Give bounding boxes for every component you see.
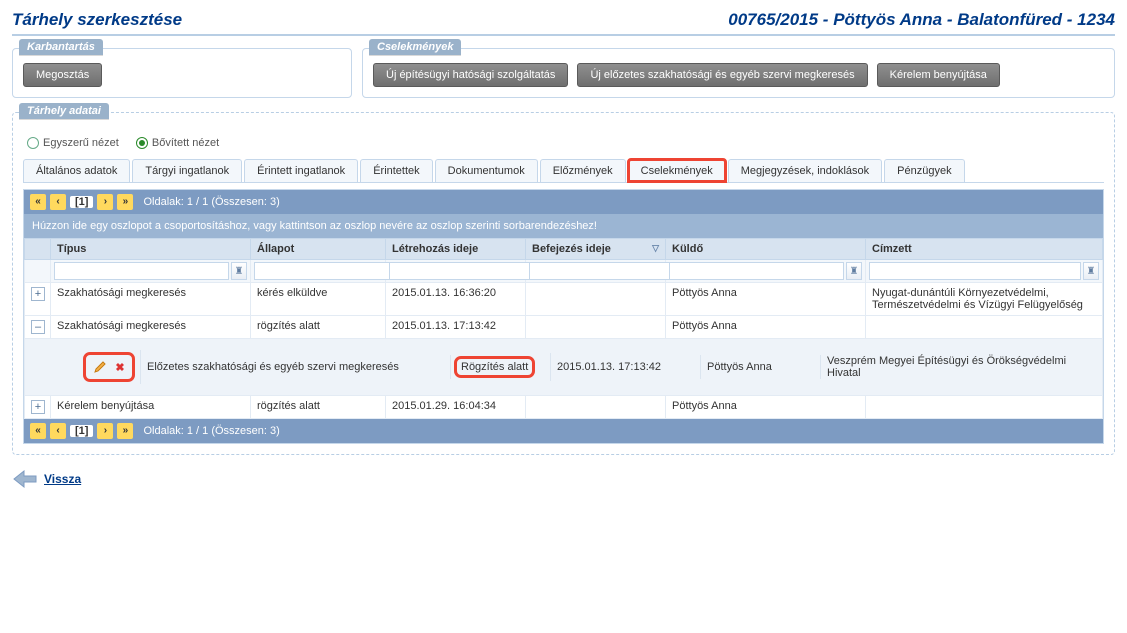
filter-finished[interactable]: [529, 262, 679, 280]
maintenance-panel: Karbantartás Megosztás: [12, 48, 352, 98]
pager-text-b: Oldalak: 1 / 1 (Összesen: 3): [143, 425, 279, 437]
expand-toggle[interactable]: +: [31, 400, 45, 414]
cell-sender: Pöttyös Anna: [666, 396, 866, 419]
new-authority-request-button[interactable]: Új előzetes szakhatósági és egyéb szervi…: [577, 63, 867, 87]
col-finished[interactable]: Befejezés ideje▽: [526, 239, 666, 260]
table-row: + Szakhatósági megkereséskérés elküldve20…: [25, 283, 1103, 316]
tab-2[interactable]: Érintett ingatlanok: [244, 159, 358, 182]
filter-sender-icon[interactable]: ♜: [846, 262, 862, 280]
cell-status: kérés elküldve: [251, 283, 386, 316]
storage-data-panel: Tárhely adatai Egyszerű nézet Bővített n…: [12, 112, 1115, 455]
cell-type: Szakhatósági megkeresés: [51, 283, 251, 316]
filter-recipient-icon[interactable]: ♜: [1083, 262, 1099, 280]
cell-sender: Pöttyös Anna: [666, 283, 866, 316]
cell-sender: Pöttyös Anna: [666, 316, 866, 339]
expand-toggle[interactable]: –: [31, 320, 45, 334]
view-extended-radio[interactable]: Bővített nézet: [136, 137, 219, 149]
cell-created: 2015.01.29. 16:04:34: [386, 396, 526, 419]
pager-bottom: « ‹ [1] › » Oldalak: 1 / 1 (Összesen: 3): [24, 419, 1103, 443]
cell-finished: [526, 283, 666, 316]
cell-finished: [526, 396, 666, 419]
col-created[interactable]: Létrehozás ideje: [386, 239, 526, 260]
col-expand: [25, 239, 51, 260]
new-permit-service-button[interactable]: Új építésügyi hatósági szolgáltatás: [373, 63, 568, 87]
filter-recipient[interactable]: [869, 262, 1081, 280]
pager-prev[interactable]: ‹: [50, 194, 66, 210]
cell-recipient: Nyugat-dunántúli Környezetvédelmi, Termé…: [866, 283, 1103, 316]
cell-type: Kérelem benyújtása: [51, 396, 251, 419]
cell-finished: [526, 316, 666, 339]
back-arrow-icon: [12, 469, 38, 489]
pager-last-b[interactable]: »: [117, 423, 133, 439]
page-title: Tárhely szerkesztése: [12, 10, 182, 30]
case-identifier: 00765/2015 - Pöttyös Anna - Balatonfüred…: [728, 10, 1115, 30]
cell-created: 2015.01.13. 16:36:20: [386, 283, 526, 316]
detail-row: ✖ Előzetes szakhatósági és egyéb szervi m…: [25, 339, 1103, 396]
detail-type: Előzetes szakhatósági és egyéb szervi me…: [141, 355, 451, 379]
tab-0[interactable]: Általános adatok: [23, 159, 130, 182]
back-link[interactable]: Vissza: [44, 472, 81, 486]
tab-4[interactable]: Dokumentumok: [435, 159, 538, 182]
tab-3[interactable]: Érintettek: [360, 159, 432, 182]
detail-actions: ✖: [87, 356, 131, 378]
col-recipient[interactable]: Címzett: [866, 239, 1103, 260]
edit-icon[interactable]: [93, 360, 107, 374]
cell-created: 2015.01.13. 17:13:42: [386, 316, 526, 339]
share-button[interactable]: Megosztás: [23, 63, 102, 87]
storage-data-legend: Tárhely adatai: [19, 103, 109, 119]
tab-8[interactable]: Pénzügyek: [884, 159, 964, 182]
sort-desc-icon: ▽: [652, 243, 659, 254]
detail-recipient: Veszprém Megyei Építésügyi és Örökségvéd…: [821, 349, 1090, 385]
filter-status[interactable]: [254, 262, 404, 280]
col-type[interactable]: Típus: [51, 239, 251, 260]
col-sender[interactable]: Küldő: [666, 239, 866, 260]
tab-1[interactable]: Tárgyi ingatlanok: [132, 159, 242, 182]
actions-legend: Cselekmények: [369, 39, 461, 55]
filter-type-icon[interactable]: ♜: [231, 262, 247, 280]
group-hint: Húzzon ide egy oszlopot a csoportosításh…: [24, 214, 1103, 238]
pager-current-b: [1]: [70, 425, 93, 437]
pager-text: Oldalak: 1 / 1 (Összesen: 3): [143, 196, 279, 208]
pager-first[interactable]: «: [30, 194, 46, 210]
maintenance-legend: Karbantartás: [19, 39, 103, 55]
cell-type: Szakhatósági megkeresés: [51, 316, 251, 339]
table-row: –Szakhatósági megkeresésrögzítés alatt20…: [25, 316, 1103, 339]
pager-last[interactable]: »: [117, 194, 133, 210]
actions-panel: Cselekmények Új építésügyi hatósági szol…: [362, 48, 1115, 98]
detail-status: Rögzítés alatt: [451, 353, 551, 381]
filter-type[interactable]: [54, 262, 229, 280]
pager-top: « ‹ [1] › » Oldalak: 1 / 1 (Összesen: 3): [24, 190, 1103, 214]
tab-5[interactable]: Előzmények: [540, 159, 626, 182]
tab-7[interactable]: Megjegyzések, indoklások: [728, 159, 882, 182]
table-row: + Kérelem benyújtásarögzítés alatt2015.01…: [25, 396, 1103, 419]
filter-sender[interactable]: [669, 262, 844, 280]
submit-request-button[interactable]: Kérelem benyújtása: [877, 63, 1000, 87]
delete-icon[interactable]: ✖: [115, 361, 124, 374]
pager-prev-b[interactable]: ‹: [50, 423, 66, 439]
filter-created[interactable]: [389, 262, 539, 280]
pager-first-b[interactable]: «: [30, 423, 46, 439]
tab-6[interactable]: Cselekmények: [628, 159, 726, 182]
cell-recipient: [866, 316, 1103, 339]
detail-sender: Pöttyös Anna: [701, 355, 821, 379]
view-simple-radio[interactable]: Egyszerű nézet: [27, 137, 119, 149]
pager-next-b[interactable]: ›: [97, 423, 113, 439]
expand-toggle[interactable]: +: [31, 287, 45, 301]
detail-created: 2015.01.13. 17:13:42: [551, 355, 701, 379]
cell-status: rögzítés alatt: [251, 396, 386, 419]
cell-recipient: [866, 396, 1103, 419]
cell-status: rögzítés alatt: [251, 316, 386, 339]
pager-next[interactable]: ›: [97, 194, 113, 210]
col-status[interactable]: Állapot: [251, 239, 386, 260]
pager-current: [1]: [70, 196, 93, 208]
